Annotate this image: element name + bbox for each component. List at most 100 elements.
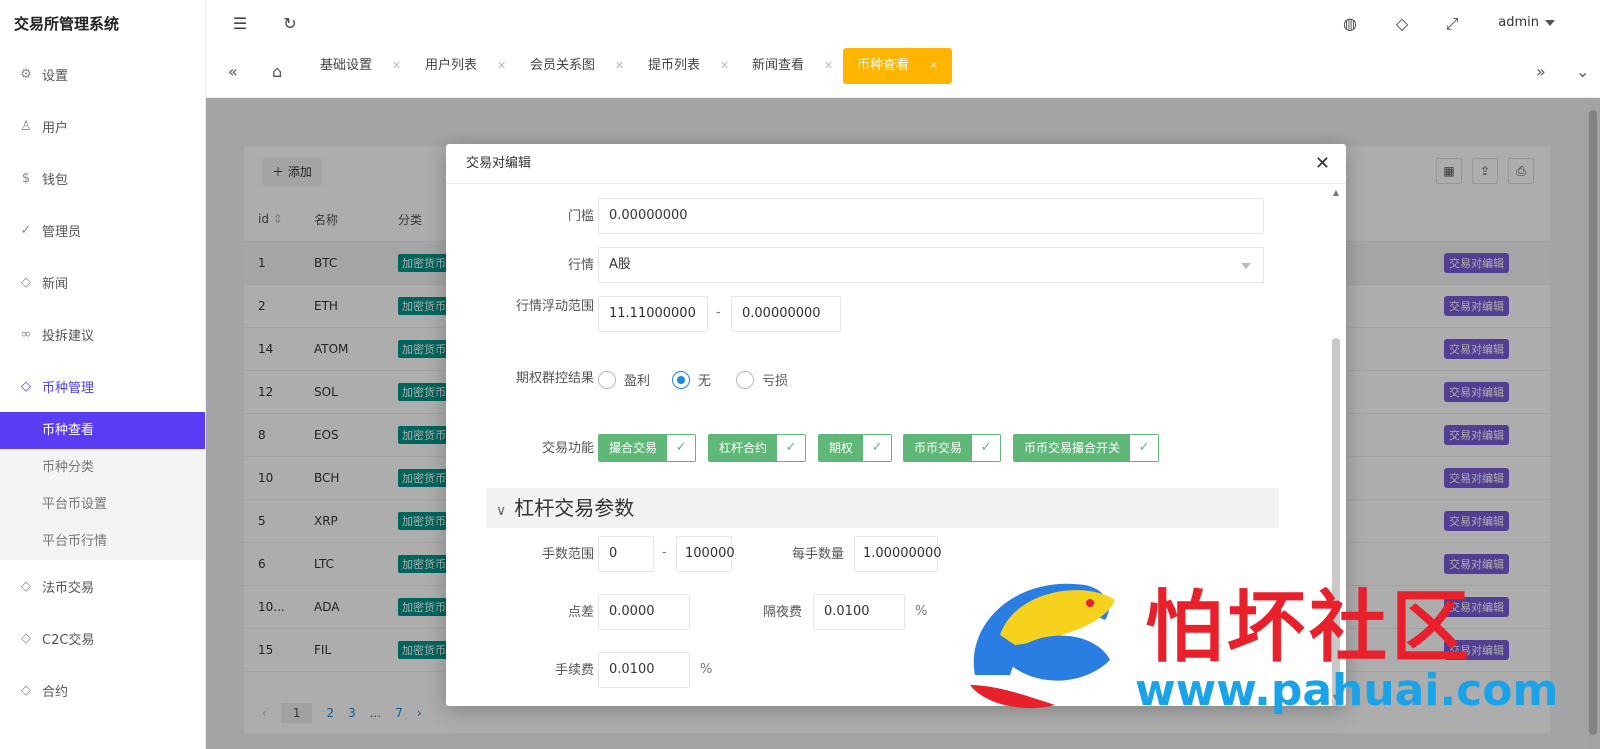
tag-icon: ◇ — [21, 274, 31, 290]
switch-label: 杠杆合约 — [709, 435, 778, 461]
close-icon[interactable]: ✕ — [824, 59, 833, 72]
chevron-down-icon: ∨ — [496, 503, 507, 519]
sidebar-subitem-coin-category[interactable]: 币种分类 — [0, 449, 205, 486]
home-icon[interactable]: ⌂ — [272, 62, 282, 81]
tabs-scroll-right-icon[interactable]: » — [1536, 62, 1546, 81]
tab-label: 币种查看 — [857, 58, 910, 73]
tabs-scroll-left-icon[interactable]: « — [228, 62, 238, 81]
tab-withdraw-list[interactable]: 提币列表 ✕ — [648, 48, 729, 84]
float-range-max-input[interactable]: 0.00000000 — [731, 296, 841, 332]
overnight-fee-input[interactable]: 0.0100 — [813, 594, 905, 630]
field-label: 手数范围 — [541, 547, 594, 562]
dialog-title: 交易对编辑 — [466, 156, 532, 171]
lot-range-min-input[interactable]: 0 — [598, 536, 654, 572]
check-icon: ✓ — [972, 435, 1001, 461]
range-separator: - — [716, 305, 721, 320]
tab-news-view[interactable]: 新闻查看 ✕ — [752, 48, 833, 84]
sidebar-item-users[interactable]: ♙ 用户 — [0, 100, 205, 152]
sidebar-subitem-platform-coin-settings[interactable]: 平台币设置 — [0, 486, 205, 523]
tag-icon[interactable]: ◇ — [1392, 14, 1412, 34]
close-icon[interactable]: ✕ — [720, 59, 729, 72]
sidebar-item-feedback[interactable]: ∞ 投拆建议 — [0, 308, 205, 360]
dialog-scrollbar-thumb[interactable] — [1332, 338, 1340, 706]
user-icon: ♙ — [20, 118, 32, 134]
sidebar-subitem-coin-view[interactable]: 币种查看 — [0, 412, 205, 449]
switch-label: 期权 — [819, 435, 864, 461]
close-icon[interactable]: ✕ — [497, 59, 506, 72]
radio-label: 亏损 — [762, 374, 789, 389]
market-select[interactable]: A股 — [598, 247, 1264, 283]
lot-range-max-input[interactable]: 100000 — [676, 536, 735, 572]
field-label: 每手数量 — [791, 547, 844, 562]
sidebar-subitem-platform-coin-market[interactable]: 平台币行情 — [0, 523, 205, 560]
chevron-down-icon — [1241, 263, 1251, 269]
diamond-icon: ◇ — [21, 578, 31, 594]
diamond-icon: ◇ — [21, 630, 31, 646]
close-icon[interactable]: ✕ — [1315, 144, 1330, 184]
coin-icon: $ — [21, 170, 31, 186]
tab-basic-settings[interactable]: 基础设置 ✕ — [320, 48, 401, 84]
sidebar-item-label: 法币交易 — [42, 580, 95, 596]
per-lot-input[interactable]: 1.00000000 — [854, 536, 942, 572]
sidebar-item-settings[interactable]: ⚙ 设置 — [0, 48, 205, 100]
fee-input[interactable]: 0.0100 — [598, 652, 690, 688]
check-icon: ✓ — [777, 435, 806, 461]
edit-pair-dialog: 交易对编辑 ✕ 门槛 0.00000000 行情 A股 行情浮动范围 11.11… — [446, 144, 1346, 706]
float-range-min-input[interactable]: 11.11000000 — [598, 296, 708, 332]
tab-member-graph[interactable]: 会员关系图 ✕ — [530, 48, 624, 84]
close-icon[interactable]: ✕ — [615, 59, 624, 72]
switch-options[interactable]: 期权 ✓ — [818, 434, 893, 462]
refresh-icon[interactable]: ↻ — [280, 14, 300, 34]
radio-label: 盈利 — [624, 374, 651, 389]
radio-profit[interactable]: 盈利 — [598, 370, 650, 389]
collapse-menu-icon[interactable]: ☰ — [230, 14, 250, 34]
scroll-down-icon[interactable]: ▼ — [1332, 693, 1340, 702]
switch-matching[interactable]: 撮合交易 ✓ — [598, 434, 697, 462]
tab-label: 提币列表 — [648, 58, 701, 73]
gear-icon: ⚙ — [20, 66, 32, 82]
fullscreen-icon[interactable]: ⤢ — [1442, 14, 1462, 34]
threshold-input[interactable]: 0.00000000 — [598, 198, 1264, 234]
tab-bar: « ⌂ 基础设置 ✕ 用户列表 ✕ 会员关系图 ✕ 提币列表 ✕ 新闻查看 ✕ 币种查看 ✕… — [206, 48, 1600, 98]
spread-input[interactable]: 0.0000 — [598, 594, 690, 630]
switch-label: 币币交易撮合开关 — [1014, 435, 1131, 461]
sidebar-item-c2c[interactable]: ◇ C2C交易 — [0, 612, 205, 664]
sidebar-item-fiat[interactable]: ◇ 法币交易 — [0, 560, 205, 612]
field-label: 隔夜费 — [762, 605, 802, 620]
radio-circle — [736, 370, 754, 389]
leverage-section-header[interactable]: ∨ 杠杆交易参数 — [486, 488, 1279, 528]
username: admin — [1498, 15, 1539, 30]
close-icon[interactable]: ✕ — [392, 59, 401, 72]
field-label: 交易功能 — [541, 441, 594, 456]
tab-user-list[interactable]: 用户列表 ✕ — [425, 48, 506, 84]
close-icon[interactable]: ✕ — [929, 59, 938, 72]
check-icon: ✓ — [1130, 435, 1159, 461]
caret-down-icon — [1545, 19, 1555, 26]
user-menu[interactable]: admin — [1498, 15, 1555, 30]
radio-loss[interactable]: 亏损 — [736, 370, 788, 389]
sidebar: 交易所管理系统 ⚙ 设置 ♙ 用户 $ 钱包 ✓ 管理员 ◇ 新闻 ∞ 投拆建议 ◇ 币种管理… — [0, 0, 206, 749]
sidebar-item-coin-management[interactable]: ◇ 币种管理 — [0, 360, 205, 412]
dialog-scrollbar[interactable]: ▲ ▼ — [1332, 188, 1340, 706]
chevron-down-icon[interactable]: ⌄ — [1576, 62, 1589, 81]
switch-spot-matching[interactable]: 币币交易撮合开关 ✓ — [1013, 434, 1160, 462]
radio-circle — [598, 370, 616, 389]
check-icon: ✓ — [667, 435, 696, 461]
switch-leverage[interactable]: 杠杆合约 ✓ — [708, 434, 807, 462]
radio-circle — [672, 370, 690, 389]
sidebar-item-contract[interactable]: ◇ 合约 — [0, 664, 205, 716]
scroll-up-icon[interactable]: ▲ — [1332, 188, 1340, 197]
tab-label: 基础设置 — [320, 58, 373, 73]
radio-label: 无 — [698, 374, 712, 389]
field-label: 期权群控结果 — [515, 371, 594, 386]
switch-spot[interactable]: 币币交易 ✓ — [903, 434, 1002, 462]
sidebar-item-admins[interactable]: ✓ 管理员 — [0, 204, 205, 256]
palette-icon[interactable]: ◍ — [1340, 14, 1360, 34]
sidebar-item-label: 新闻 — [42, 276, 69, 292]
radio-none[interactable]: 无 — [672, 370, 711, 389]
sidebar-item-label: 投拆建议 — [42, 328, 95, 344]
tab-coin-view[interactable]: 币种查看 ✕ — [843, 48, 953, 84]
sidebar-item-news[interactable]: ◇ 新闻 — [0, 256, 205, 308]
sidebar-item-wallet[interactable]: $ 钱包 — [0, 152, 205, 204]
section-title: 杠杆交易参数 — [514, 496, 635, 520]
